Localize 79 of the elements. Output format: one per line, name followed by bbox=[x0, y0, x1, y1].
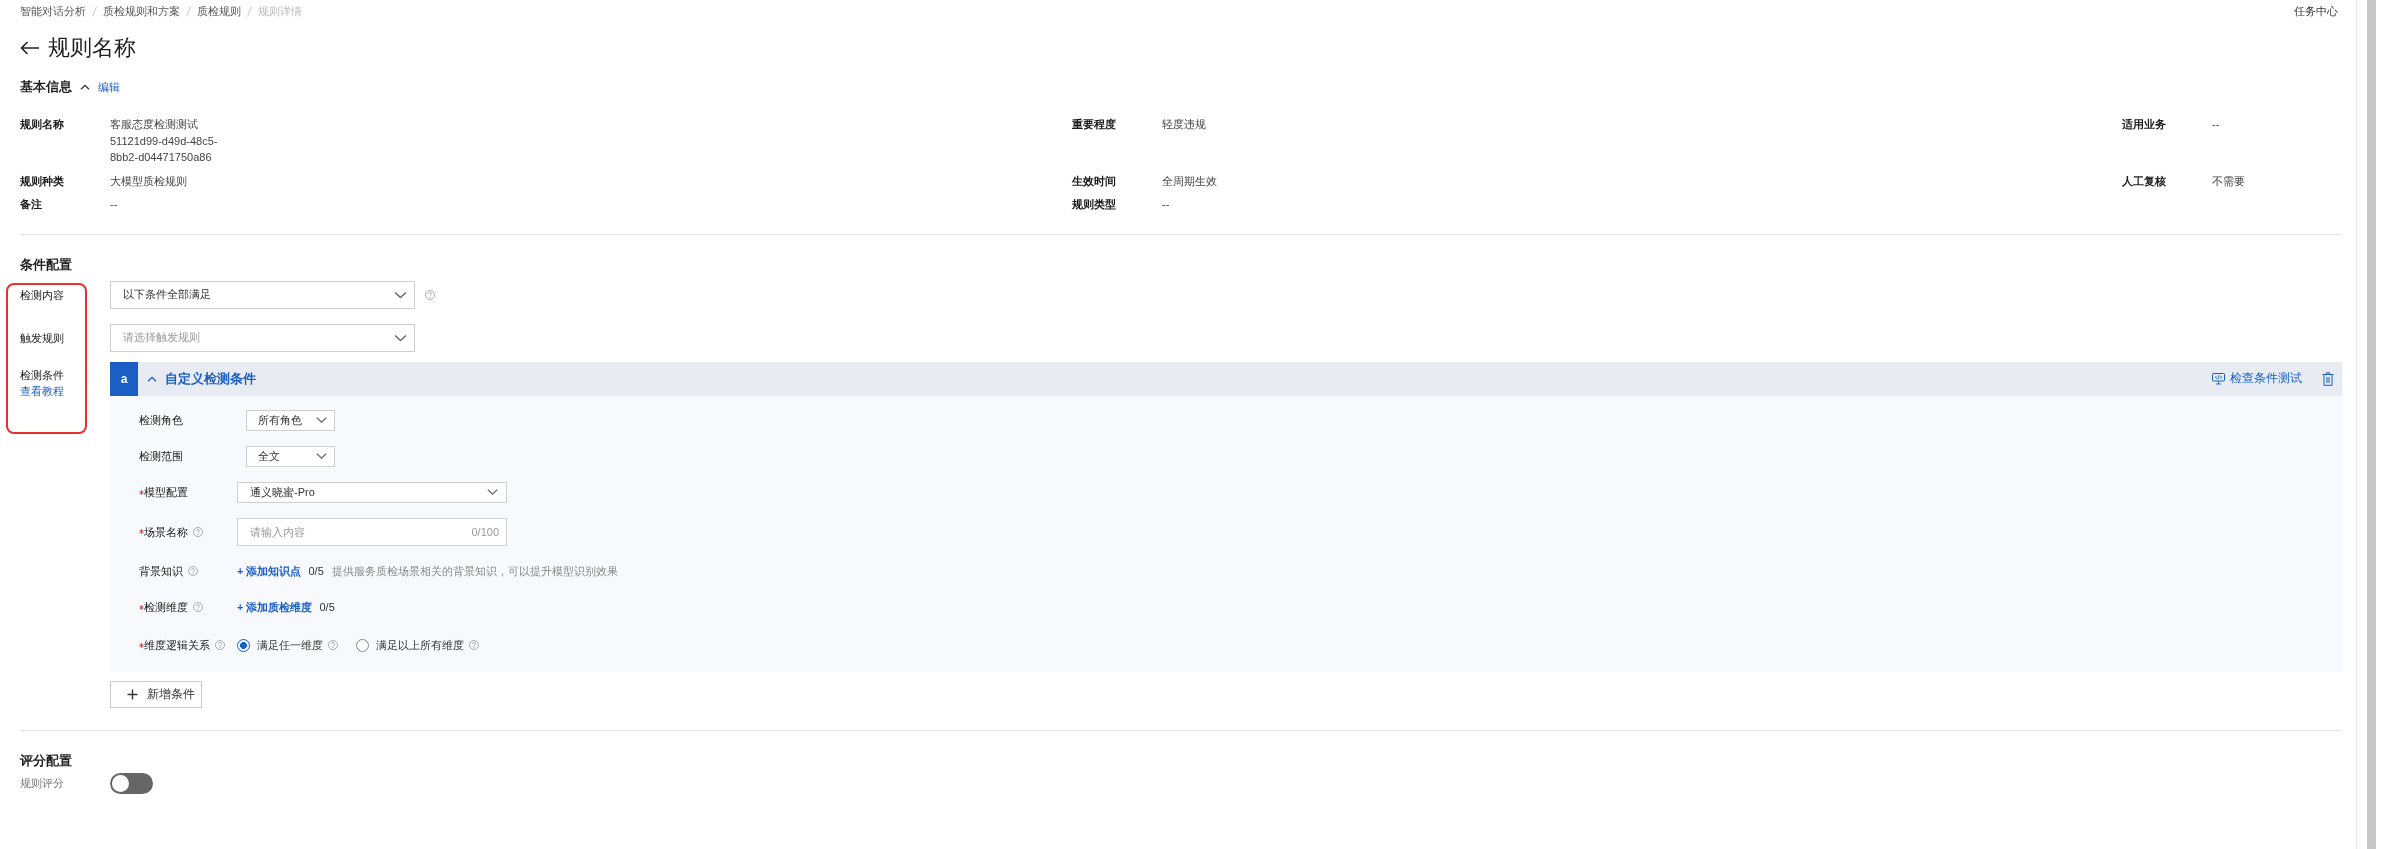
field-label: 检测维度 bbox=[144, 600, 188, 615]
field-label: 规则种类 bbox=[20, 173, 65, 189]
option-label[interactable]: 满足任一维度 bbox=[257, 637, 323, 653]
field-value: -- bbox=[2212, 117, 2220, 132]
add-condition-button[interactable]: 新增条件 bbox=[110, 680, 202, 708]
field-label: 背景知识 bbox=[139, 564, 183, 579]
field-label: 检测条件 bbox=[20, 367, 64, 383]
tutorial-link[interactable]: 查看教程 bbox=[20, 383, 64, 400]
chevron-down-icon bbox=[394, 334, 407, 341]
field-label: 生效时间 bbox=[1072, 173, 1117, 189]
section-title: 基本信息 bbox=[20, 79, 72, 96]
field-label: 模型配置 bbox=[144, 485, 188, 500]
field-label: 场景名称 bbox=[144, 524, 188, 540]
field-label: 触发规则 bbox=[20, 330, 65, 346]
field-value: 客服态度检测测试 bbox=[110, 117, 198, 132]
monitor-icon bbox=[2212, 372, 2225, 385]
dropdown[interactable]: 以下条件全部满足 bbox=[110, 280, 415, 309]
add-link[interactable]: + 添加质检维度 bbox=[237, 599, 313, 615]
field-label: 规则名称 bbox=[20, 117, 65, 132]
scrollbar[interactable] bbox=[2367, 0, 2376, 849]
add-link[interactable]: + 添加知识点 bbox=[237, 563, 302, 579]
toggle-switch[interactable] bbox=[110, 772, 153, 794]
chevron-down-icon bbox=[394, 291, 407, 298]
help-icon[interactable] bbox=[188, 566, 198, 576]
trash-icon[interactable] bbox=[2322, 371, 2334, 386]
help-icon[interactable] bbox=[425, 289, 435, 300]
separator-icon bbox=[92, 5, 97, 17]
separator-icon bbox=[247, 5, 252, 17]
hint-text: 提供服务质检场景相关的背景知识，可以提升模型识别效果 bbox=[331, 564, 618, 579]
help-icon[interactable] bbox=[193, 602, 203, 612]
chevron-up-icon[interactable] bbox=[80, 84, 90, 90]
field-label: 规则评分 bbox=[20, 775, 65, 791]
chevron-down-icon bbox=[316, 417, 327, 423]
section-title: 条件配置 bbox=[20, 256, 72, 274]
help-icon[interactable] bbox=[215, 640, 225, 650]
breadcrumb-link[interactable]: 智能对话分析 bbox=[20, 4, 86, 18]
dropdown[interactable]: 全文 bbox=[246, 445, 335, 467]
plus-icon bbox=[127, 688, 138, 700]
field-label: 规则类型 bbox=[1072, 197, 1117, 212]
radio-button[interactable] bbox=[356, 638, 369, 652]
separator-icon bbox=[186, 5, 191, 17]
field-label: 备注 bbox=[20, 197, 43, 212]
field-value: 不需要 bbox=[2212, 173, 2245, 189]
field-value: 轻度违规 bbox=[1162, 117, 1206, 132]
breadcrumb-link[interactable]: 质检规则 bbox=[197, 4, 241, 18]
chevron-up-icon[interactable] bbox=[147, 375, 157, 382]
page-title: 规则名称 bbox=[48, 34, 136, 62]
field-label: 重要程度 bbox=[1072, 117, 1117, 132]
edit-link[interactable]: 编辑 bbox=[98, 80, 120, 94]
option-label[interactable]: 满足以上所有维度 bbox=[376, 637, 464, 653]
help-icon[interactable] bbox=[193, 526, 203, 537]
field-label: 检测范围 bbox=[139, 449, 183, 464]
dropdown[interactable]: 通义晓蜜-Pro bbox=[237, 481, 507, 503]
field-value: 大模型质检规则 bbox=[110, 173, 187, 189]
task-center-link[interactable]: 任务中心 bbox=[2294, 4, 2338, 18]
field-value: 全周期生效 bbox=[1162, 173, 1217, 189]
chevron-down-icon bbox=[487, 489, 498, 495]
rule-id: 51121d99-d49d-48c5-8bb2-d04471750a86 bbox=[110, 133, 219, 165]
field-value: -- bbox=[1162, 197, 1170, 212]
condition-letter: a bbox=[110, 361, 138, 396]
field-label: 检测内容 bbox=[20, 287, 65, 303]
field-value: -- bbox=[110, 197, 118, 212]
dropdown[interactable]: 所有角色 bbox=[246, 409, 335, 431]
chevron-down-icon bbox=[316, 453, 327, 459]
field-label: 适用业务 bbox=[2122, 117, 2167, 132]
character-counter: 0/100 bbox=[471, 524, 499, 539]
item-count: 0/5 bbox=[308, 564, 324, 579]
test-condition-button[interactable]: 检查条件测试 bbox=[2212, 371, 2302, 386]
help-icon[interactable] bbox=[328, 640, 338, 650]
back-arrow-icon[interactable] bbox=[20, 41, 40, 55]
field-label: 维度逻辑关系 bbox=[144, 638, 210, 653]
radio-button[interactable] bbox=[237, 638, 250, 652]
condition-title[interactable]: 自定义检测条件 bbox=[165, 369, 256, 388]
field-label: 人工复核 bbox=[2122, 173, 2167, 189]
item-count: 0/5 bbox=[319, 600, 335, 615]
field-label: 检测角色 bbox=[139, 413, 183, 428]
help-icon[interactable] bbox=[469, 640, 479, 650]
section-title: 评分配置 bbox=[20, 752, 72, 770]
breadcrumb-link[interactable]: 质检规则和方案 bbox=[103, 4, 180, 18]
